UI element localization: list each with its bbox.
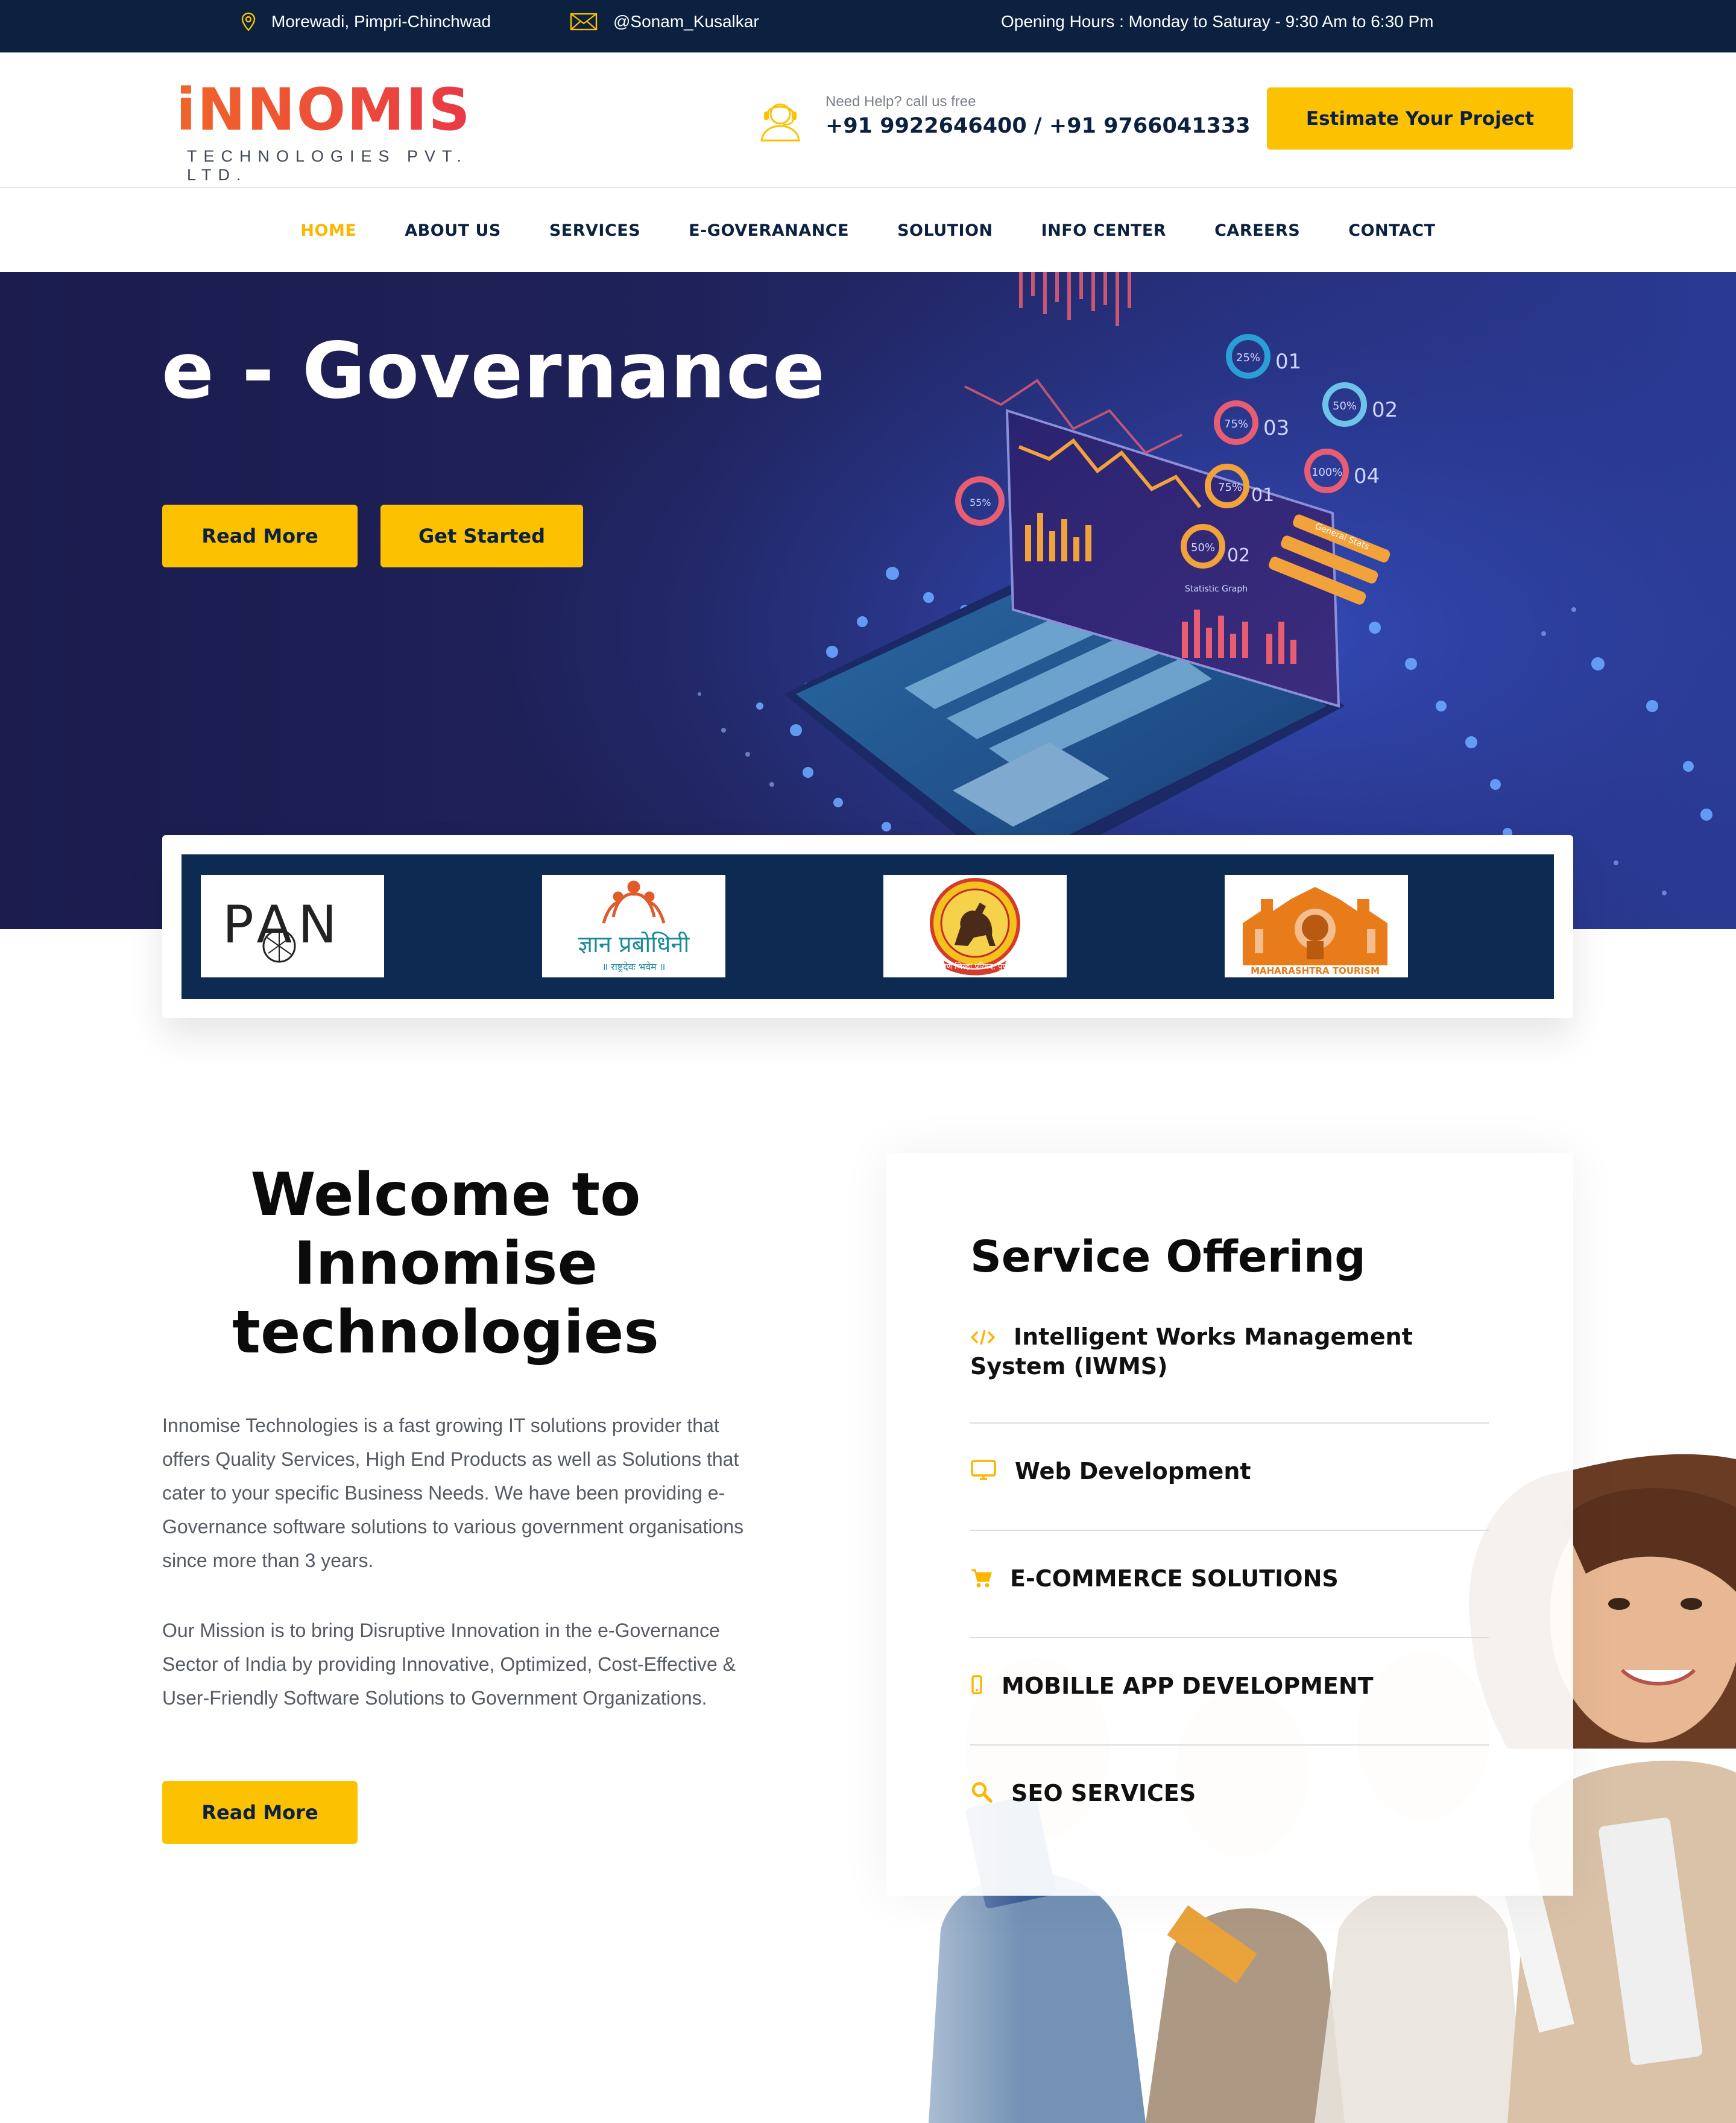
- service-item-web-development[interactable]: Web Development: [970, 1457, 1489, 1487]
- svg-text:ज्ञान प्रबोधिनी: ज्ञान प्रबोधिनी: [578, 931, 690, 957]
- welcome-heading-line-3: technologies: [232, 1298, 659, 1367]
- phone-numbers[interactable]: +91 9922646400 / +91 9766041333: [825, 114, 1251, 138]
- svg-text:01: 01: [1251, 485, 1274, 506]
- mobile-icon: [970, 1674, 983, 1702]
- monitor-icon: [970, 1459, 997, 1487]
- site-header: iNNOMISE TECHNOLOGIES PVT. LTD. Need Hel…: [0, 52, 1736, 188]
- svg-text:75%: 75%: [1218, 481, 1242, 494]
- maharashtra-tourism-logo: MAHARASHTRA TOURISM: [1243, 887, 1387, 976]
- pan-logo: PAN: [223, 895, 343, 963]
- code-icon: [970, 1325, 996, 1352]
- hero-get-started-button[interactable]: Get Started: [380, 505, 583, 567]
- service-label-ecommerce: E-COMMERCE SOLUTIONS: [1010, 1565, 1339, 1592]
- service-offering-title: Service Offering: [970, 1231, 1366, 1282]
- support-agent-icon: [760, 103, 800, 142]
- hero-title: e - Governance: [162, 326, 825, 416]
- estimate-project-button[interactable]: Estimate Your Project: [1267, 87, 1573, 150]
- partner-logo-gyan-prabodhini[interactable]: ज्ञान प्रबोधिनी ॥ राष्ट्रदेवः भवेम ॥: [542, 875, 725, 977]
- service-item-seo[interactable]: SEO SERVICES: [970, 1779, 1489, 1809]
- about-paragraph: Innomise Technologies is a fast growing …: [162, 1415, 744, 1571]
- service-item-iwms[interactable]: Intelligent Works Management System (IWM…: [970, 1323, 1489, 1380]
- nav-about-us[interactable]: ABOUT US: [405, 221, 501, 240]
- svg-text:25%: 25%: [1236, 352, 1260, 364]
- mission-paragraph: Our Mission is to bring Disruptive Innov…: [162, 1620, 736, 1709]
- search-icon: [970, 1781, 993, 1809]
- partner-logo-strip: PAN ज्ञान प्रबोधिनी ॥ राष्ट्रदेवः भवेम ॥: [162, 835, 1573, 1018]
- hero-banner: 25% 01 50% 02 75% 03 100% 04 75% 01 50% …: [0, 272, 1736, 929]
- welcome-read-more-button[interactable]: Read More: [162, 1781, 358, 1844]
- svg-text:MAHARASHTRA TOURISM: MAHARASHTRA TOURISM: [1251, 965, 1380, 976]
- service-divider: [970, 1530, 1489, 1531]
- svg-text:02: 02: [1227, 545, 1250, 566]
- svg-text:50%: 50%: [1333, 400, 1357, 412]
- service-label-iwms: Intelligent Works Management System (IWM…: [970, 1323, 1413, 1380]
- service-divider: [970, 1744, 1489, 1746]
- main-nav: HOME ABOUT US SERVICES E-GOVERANANCE SOL…: [0, 189, 1736, 272]
- partner-logo-zilla-parishad[interactable]: पुणे जिल्हा परिषद, पुणे: [883, 875, 1067, 977]
- svg-text:75%: 75%: [1224, 418, 1248, 431]
- brand-logo[interactable]: iNNOMISE TECHNOLOGIES PVT. LTD.: [175, 76, 511, 184]
- svg-text:पुणे जिल्हा परिषद, पुणे: पुणे जिल्हा परिषद, पुणे: [942, 962, 1008, 971]
- svg-text:100%: 100%: [1311, 466, 1342, 479]
- service-label-web-development: Web Development: [1015, 1458, 1251, 1484]
- svg-text:॥ राष्ट्रदेवः भवेम ॥: ॥ राष्ट्रदेवः भवेम ॥: [602, 961, 666, 973]
- envelope-icon: [570, 13, 598, 31]
- svg-text:50%: 50%: [1191, 541, 1215, 554]
- svg-text:Statistic Graph: Statistic Graph: [1185, 584, 1248, 594]
- service-label-mobile-app: MOBILLE APP DEVELOPMENT: [1002, 1673, 1374, 1699]
- service-divider: [970, 1637, 1489, 1638]
- svg-text:03: 03: [1263, 416, 1289, 440]
- handle-text: @Sonam_Kusalkar: [613, 12, 759, 31]
- location-text: Morewadi, Pimpri-Chinchwad: [271, 12, 491, 31]
- welcome-heading: Welcome to Innomise technologies: [162, 1161, 729, 1367]
- gyan-prabodhini-logo: ज्ञान प्रबोधिनी ॥ राष्ट्रदेवः भवेम ॥: [578, 880, 690, 973]
- nav-services[interactable]: SERVICES: [549, 221, 640, 240]
- welcome-heading-line-1: Welcome to: [250, 1161, 641, 1229]
- topbar-hours: Opening Hours : Monday to Saturay - 9:30…: [1001, 0, 1434, 43]
- nav-info-center[interactable]: INFO CENTER: [1041, 221, 1166, 240]
- nav-e-governance[interactable]: E-GOVERANANCE: [689, 221, 849, 240]
- top-bar: Morewadi, Pimpri-Chinchwad @Sonam_Kusalk…: [0, 0, 1736, 52]
- partner-logo-band: PAN ज्ञान प्रबोधिनी ॥ राष्ट्रदेवः भवेम ॥: [181, 854, 1554, 999]
- nav-contact[interactable]: CONTACT: [1348, 221, 1435, 240]
- svg-text:PAN: PAN: [223, 895, 343, 955]
- partner-logo-maharashtra-tourism[interactable]: MAHARASHTRA TOURISM: [1225, 875, 1408, 977]
- hours-text: Opening Hours : Monday to Saturay - 9:30…: [1001, 12, 1434, 31]
- service-label-seo: SEO SERVICES: [1011, 1780, 1196, 1806]
- welcome-heading-line-2: Innomise: [294, 1229, 598, 1298]
- help-label: Need Help? call us free: [825, 93, 976, 110]
- help-contact: Need Help? call us free +91 9922646400 /…: [757, 91, 1251, 143]
- nav-careers[interactable]: CAREERS: [1214, 221, 1300, 240]
- topbar-handle[interactable]: @Sonam_Kusalkar: [570, 0, 759, 43]
- svg-text:04: 04: [1354, 464, 1380, 488]
- hero-read-more-button[interactable]: Read More: [162, 505, 358, 567]
- partner-logo-pan[interactable]: PAN: [201, 875, 384, 977]
- svg-text:iNNOMISE: iNNOMISE: [176, 77, 470, 137]
- topbar-location: Morewadi, Pimpri-Chinchwad: [241, 0, 491, 43]
- service-offering-card: Service Offering Intelligent Works Manag…: [886, 1153, 1573, 1896]
- zilla-parishad-seal: पुणे जिल्हा परिषद, पुणे: [930, 878, 1020, 976]
- svg-text:55%: 55%: [970, 497, 991, 508]
- svg-text:01: 01: [1275, 350, 1301, 374]
- map-pin-icon: [241, 12, 256, 31]
- service-item-mobile-app[interactable]: MOBILLE APP DEVELOPMENT: [970, 1672, 1489, 1702]
- logo-wordmark: iNNOMISE: [176, 76, 511, 144]
- logo-tagline: TECHNOLOGIES PVT. LTD.: [187, 147, 469, 184]
- nav-solution[interactable]: SOLUTION: [897, 221, 993, 240]
- svg-text:02: 02: [1372, 398, 1398, 422]
- nav-home[interactable]: HOME: [300, 221, 356, 240]
- service-item-ecommerce[interactable]: E-COMMERCE SOLUTIONS: [970, 1565, 1489, 1594]
- cart-icon: [970, 1566, 993, 1594]
- service-divider: [970, 1422, 1489, 1424]
